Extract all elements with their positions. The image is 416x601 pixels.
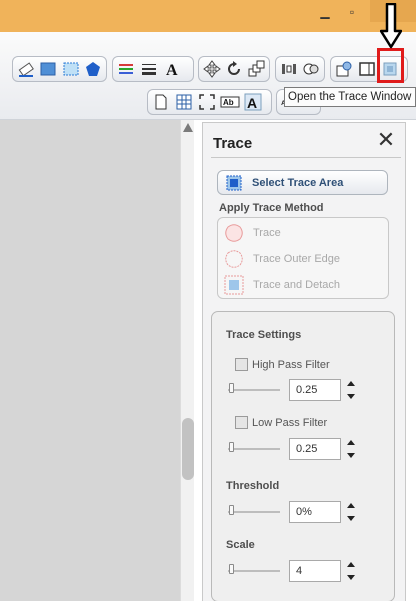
trace-method-group: Trace Trace Outer Edge Trace and Detach bbox=[217, 217, 389, 299]
high-pass-label: High Pass Filter bbox=[252, 359, 330, 371]
scroll-up-icon[interactable] bbox=[183, 123, 193, 132]
window-title-bar: ▁ ▫ bbox=[0, 0, 416, 32]
apply-trace-method-heading: Apply Trace Method bbox=[219, 202, 324, 214]
line-style-icon[interactable] bbox=[139, 59, 159, 79]
rotate-icon[interactable] bbox=[224, 59, 243, 79]
move-icon[interactable] bbox=[202, 59, 221, 79]
trace-and-detach-icon bbox=[224, 275, 244, 295]
font-icon[interactable]: A bbox=[243, 92, 263, 112]
spin-down-icon[interactable] bbox=[347, 516, 355, 521]
low-pass-label: Low Pass Filter bbox=[252, 417, 328, 429]
threshold-slider-thumb[interactable] bbox=[229, 505, 234, 515]
spin-down-icon[interactable] bbox=[347, 394, 355, 399]
eraser-icon[interactable] bbox=[16, 59, 36, 79]
scale-slider-thumb[interactable] bbox=[229, 564, 234, 574]
trace-settings-group: Trace Settings High Pass Filter 0.25 Low… bbox=[211, 311, 395, 601]
arrange-tools-group bbox=[275, 56, 325, 82]
spin-up-icon[interactable] bbox=[347, 562, 355, 567]
maximize-button[interactable]: ▫ bbox=[341, 3, 363, 21]
low-pass-slider-thumb[interactable] bbox=[229, 442, 234, 452]
spin-down-icon[interactable] bbox=[347, 575, 355, 580]
panel-title: Trace bbox=[213, 135, 253, 152]
knife-icon[interactable] bbox=[357, 59, 377, 79]
modify-icon[interactable] bbox=[334, 59, 354, 79]
scale-value[interactable]: 4 bbox=[289, 560, 341, 582]
svg-text:A: A bbox=[247, 95, 257, 111]
vertical-scrollbar[interactable] bbox=[180, 120, 194, 601]
low-pass-slider[interactable] bbox=[228, 448, 280, 450]
select-area-icon bbox=[226, 175, 242, 191]
fit-view-icon[interactable] bbox=[197, 92, 217, 112]
select-trace-area-label: Select Trace Area bbox=[252, 177, 344, 189]
draw-tools-group bbox=[12, 56, 107, 82]
low-pass-value[interactable]: 0.25 bbox=[289, 438, 341, 460]
minimize-button[interactable]: ▁ bbox=[314, 3, 336, 21]
grid-icon[interactable] bbox=[174, 92, 194, 112]
trace-icon bbox=[225, 224, 243, 242]
trace-outer-edge-icon bbox=[225, 250, 243, 268]
spin-up-icon[interactable] bbox=[347, 440, 355, 445]
threshold-spinner[interactable] bbox=[346, 501, 356, 523]
threshold-label: Threshold bbox=[226, 480, 280, 492]
tooltip: Open the Trace Window bbox=[284, 87, 416, 107]
svg-text:Ab: Ab bbox=[223, 98, 234, 107]
trace-button-highlight bbox=[377, 48, 404, 83]
high-pass-spinner[interactable] bbox=[346, 379, 356, 401]
trace-outer-edge-button[interactable]: Trace Outer Edge bbox=[223, 248, 385, 270]
design-canvas[interactable] bbox=[0, 120, 180, 601]
trace-settings-heading: Trace Settings bbox=[226, 329, 302, 341]
dotted-rectangle-icon[interactable] bbox=[61, 59, 81, 79]
view-tools-group: Ab A bbox=[147, 89, 272, 115]
spin-down-icon[interactable] bbox=[347, 453, 355, 458]
replicate-icon[interactable] bbox=[247, 59, 266, 79]
page-icon[interactable] bbox=[151, 92, 171, 112]
low-pass-spinner[interactable] bbox=[346, 438, 356, 460]
close-icon[interactable]: ✕ bbox=[375, 129, 397, 151]
weld-icon[interactable] bbox=[302, 59, 322, 79]
select-trace-area-button[interactable]: Select Trace Area bbox=[217, 170, 388, 195]
high-pass-value[interactable]: 0.25 bbox=[289, 379, 341, 401]
high-pass-checkbox[interactable] bbox=[235, 358, 248, 371]
rectangle-icon[interactable] bbox=[39, 59, 59, 79]
scale-spinner[interactable] bbox=[346, 560, 356, 582]
transform-tools-group bbox=[198, 56, 270, 82]
low-pass-checkbox[interactable] bbox=[235, 416, 248, 429]
threshold-slider[interactable] bbox=[228, 511, 280, 513]
pentagon-icon[interactable] bbox=[84, 59, 104, 79]
high-pass-slider-thumb[interactable] bbox=[229, 383, 234, 393]
trace-panel: Trace ✕ Select Trace Area Apply Trace Me… bbox=[202, 122, 406, 601]
scroll-thumb[interactable] bbox=[182, 418, 194, 480]
text-edit-icon[interactable]: Ab bbox=[220, 92, 240, 112]
line-color-icon[interactable] bbox=[116, 59, 136, 79]
scale-label: Scale bbox=[226, 539, 255, 551]
text-icon[interactable]: A bbox=[162, 59, 182, 79]
down-arrow-icon bbox=[380, 3, 402, 49]
trace-button[interactable]: Trace bbox=[223, 222, 385, 244]
svg-text:A: A bbox=[166, 62, 178, 78]
align-icon[interactable] bbox=[279, 59, 299, 79]
spin-up-icon[interactable] bbox=[347, 381, 355, 386]
trace-outer-edge-label: Trace Outer Edge bbox=[253, 253, 341, 265]
trace-label: Trace bbox=[253, 227, 281, 239]
spin-up-icon[interactable] bbox=[347, 503, 355, 508]
scale-slider[interactable] bbox=[228, 570, 280, 572]
threshold-value[interactable]: 0% bbox=[289, 501, 341, 523]
trace-and-detach-button[interactable]: Trace and Detach bbox=[223, 274, 385, 296]
trace-and-detach-label: Trace and Detach bbox=[253, 279, 341, 291]
high-pass-slider[interactable] bbox=[228, 389, 280, 391]
panel-divider bbox=[211, 157, 401, 158]
line-tools-group: A bbox=[112, 56, 194, 82]
